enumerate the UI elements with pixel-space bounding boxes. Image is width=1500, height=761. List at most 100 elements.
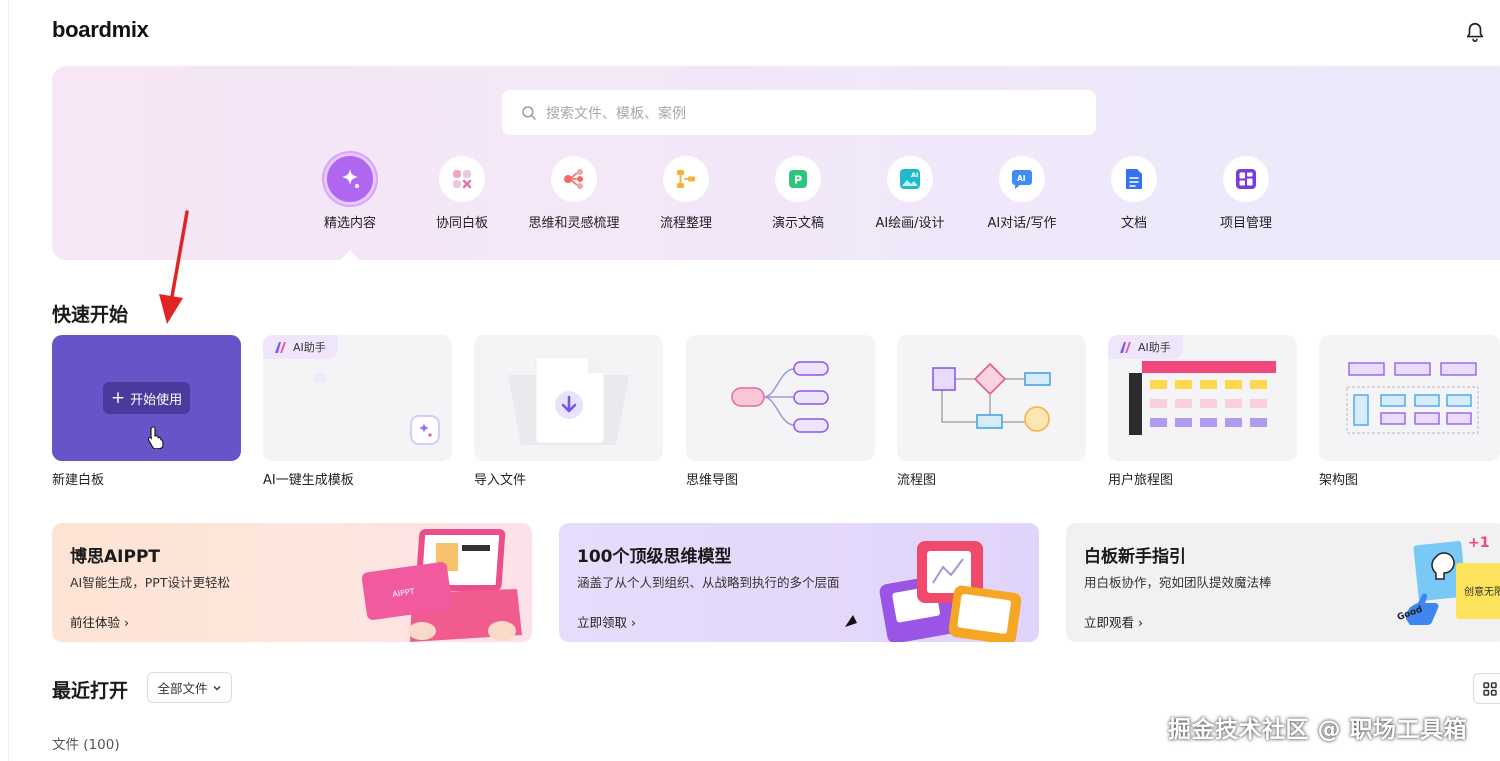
recent-title: 最近打开 xyxy=(52,680,129,702)
new-whiteboard-card[interactable]: + 开始使用 xyxy=(52,335,241,461)
card-label: 流程图 xyxy=(897,473,937,488)
category-label: 精选内容 xyxy=(323,216,376,231)
category-label: 演示文稿 xyxy=(771,216,824,231)
start-button-label: 开始使用 xyxy=(130,392,183,408)
file-filter-dropdown[interactable]: 全部文件 xyxy=(147,672,232,703)
banner-subtitle: AI智能生成，PPT设计更轻松 xyxy=(70,575,230,590)
chevron-right-icon: › xyxy=(1138,615,1143,630)
banner-link[interactable]: 前往体验 › xyxy=(70,612,129,631)
architecture-card[interactable] xyxy=(1319,335,1500,461)
banner-title: 白板新手指引 xyxy=(1084,547,1186,567)
user-journey-card[interactable]: AI助手 xyxy=(1108,335,1297,461)
banner-link-label: 前往体验 xyxy=(70,615,121,630)
chevron-right-icon: › xyxy=(631,615,636,630)
ai-assistant-tag: AI助手 xyxy=(263,335,338,359)
chevron-right-icon: › xyxy=(124,615,129,630)
category-document[interactable]: 文档 xyxy=(1079,156,1189,236)
ai-tag-label: AI助手 xyxy=(293,341,326,354)
card-label: 用户旅程图 xyxy=(1108,473,1174,488)
ai-image-icon: AI xyxy=(887,156,933,202)
banner-title: 100个顶级思维模型 xyxy=(577,547,732,567)
import-file-icon xyxy=(508,356,629,445)
category-presentation[interactable]: P 演示文稿 xyxy=(743,156,853,236)
category-mindmap[interactable]: 思维和灵感梳理 xyxy=(519,156,629,236)
category-label: 项目管理 xyxy=(1219,216,1272,231)
category-ai-image[interactable]: AI AI绘画/设计 xyxy=(855,156,965,236)
aippt-banner[interactable]: 博思AIPPT AI智能生成，PPT设计更轻松 前往体验 › AIPPT xyxy=(52,523,532,642)
ai-chat-icon: AI xyxy=(999,156,1045,202)
mindmap-icon xyxy=(551,156,597,202)
category-label: 思维和灵感梳理 xyxy=(528,216,620,231)
annotation-arrow xyxy=(159,210,189,324)
mindmap-card[interactable] xyxy=(686,335,875,461)
svg-text:AI: AI xyxy=(1017,174,1026,183)
plus-icon: + xyxy=(110,387,126,408)
flowchart-preview xyxy=(932,362,1051,432)
kanban-icon xyxy=(1223,156,1269,202)
ai-assistant-tag: AI助手 xyxy=(1108,335,1183,359)
watermark-text: 掘金技术社区 @ 职场工具箱 xyxy=(1168,717,1468,743)
category-flow[interactable]: 流程整理 xyxy=(631,156,741,236)
file-filter-value: 全部文件 xyxy=(157,681,208,696)
card-label: 导入文件 xyxy=(474,473,527,488)
card-label: 架构图 xyxy=(1319,473,1359,488)
app-logo[interactable]: boardmix xyxy=(52,17,149,43)
svg-text:P: P xyxy=(794,174,802,187)
aippt-illustration: AIPPT xyxy=(361,529,522,642)
bell-icon[interactable] xyxy=(1464,21,1486,43)
folders-illustration xyxy=(845,541,1022,642)
chevron-down-icon xyxy=(213,685,220,690)
sticky-note-text: 创意无限 xyxy=(1464,585,1500,598)
plus-one-badge: +1 xyxy=(1468,535,1489,551)
guide-illustration: 创意无限 +1 Good xyxy=(1396,535,1500,625)
banner-link-label: 立即观看 xyxy=(1084,615,1135,630)
search-input[interactable]: 搜索文件、模板、案例 xyxy=(546,103,686,123)
category-label: 协同白板 xyxy=(435,216,488,231)
ai-logo-icon xyxy=(275,341,286,353)
category-label: AI对话/写作 xyxy=(987,216,1057,231)
card-label: AI一键生成模板 xyxy=(263,473,354,488)
category-label: 流程整理 xyxy=(659,216,712,231)
category-project[interactable]: 项目管理 xyxy=(1191,156,1301,236)
category-featured[interactable]: 精选内容 xyxy=(295,153,405,236)
left-divider xyxy=(8,0,9,761)
quickstart-title: 快速开始 xyxy=(52,304,129,326)
category-ai-chat[interactable]: AI AI对话/写作 xyxy=(967,156,1077,236)
category-label: 文档 xyxy=(1120,216,1147,231)
mindmap-preview xyxy=(731,361,829,433)
ai-template-card[interactable]: AI助手 xyxy=(263,335,452,461)
decor-dot xyxy=(313,373,327,383)
file-count: 文件 (100) xyxy=(52,737,120,753)
thinking-models-banner[interactable]: 100个顶级思维模型 涵盖了从个人到组织、从战略到执行的多个层面 立即领取 › xyxy=(559,523,1039,642)
flowchart-card[interactable] xyxy=(897,335,1086,461)
banner-link[interactable]: 立即领取 › xyxy=(577,612,636,631)
sparkle-icon xyxy=(324,153,376,205)
ai-tag-label: AI助手 xyxy=(1138,341,1171,354)
search-icon xyxy=(522,105,536,120)
grid-icon xyxy=(1483,681,1497,696)
flow-icon xyxy=(663,156,709,202)
sparkle-icon xyxy=(410,415,440,445)
start-button[interactable]: + 开始使用 xyxy=(103,382,190,414)
card-label: 新建白板 xyxy=(52,473,105,488)
whiteboard-icon xyxy=(439,156,485,202)
banner-subtitle: 涵盖了从个人到组织、从战略到执行的多个层面 xyxy=(577,575,840,590)
whiteboard-guide-banner[interactable]: 白板新手指引 用白板协作，宛如团队提效魔法棒 立即观看 › 创意无限 +1 Go… xyxy=(1066,523,1500,642)
search-box[interactable]: 搜索文件、模板、案例 xyxy=(502,90,1096,135)
category-whiteboard[interactable]: 协同白板 xyxy=(407,156,517,236)
banner-link-label: 立即领取 xyxy=(577,615,628,630)
banner-subtitle: 用白板协作，宛如团队提效魔法棒 xyxy=(1084,575,1272,590)
active-category-pointer xyxy=(341,250,359,260)
category-label: AI绘画/设计 xyxy=(875,216,945,231)
hand-cursor-icon xyxy=(147,426,164,449)
svg-text:AI: AI xyxy=(911,171,918,179)
ai-logo-icon xyxy=(1120,341,1131,353)
architecture-preview xyxy=(1346,362,1479,434)
banner-title: 博思AIPPT xyxy=(70,547,160,567)
card-label: 思维导图 xyxy=(686,473,739,488)
presentation-icon: P xyxy=(775,156,821,202)
grid-view-button[interactable] xyxy=(1473,673,1500,704)
import-file-card[interactable] xyxy=(474,335,663,461)
document-icon xyxy=(1111,156,1157,202)
banner-link[interactable]: 立即观看 › xyxy=(1084,612,1143,631)
